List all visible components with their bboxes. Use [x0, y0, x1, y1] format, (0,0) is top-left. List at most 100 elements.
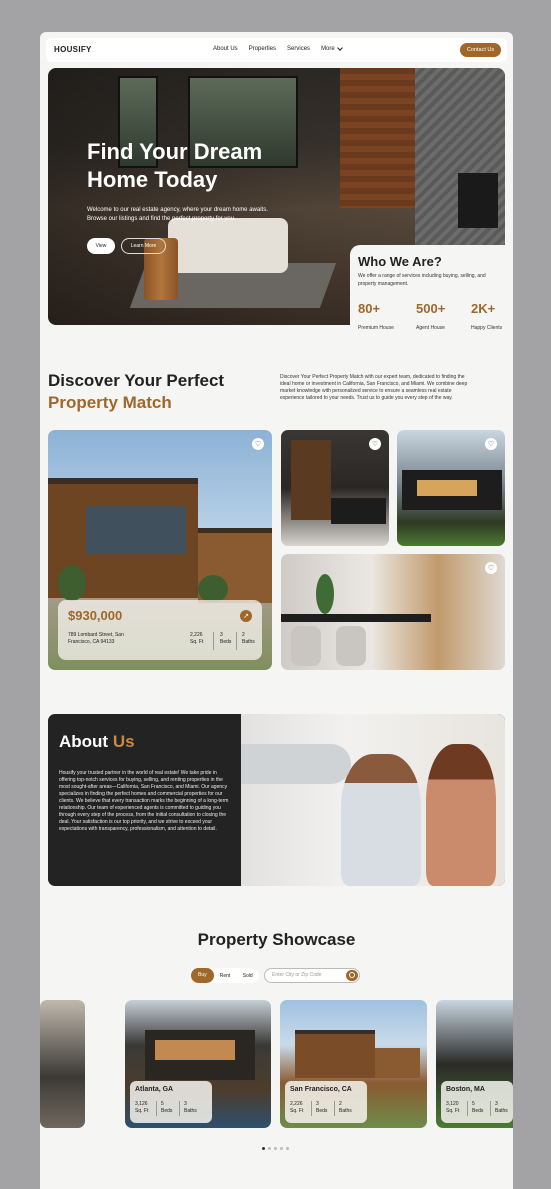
carousel-dot[interactable] — [268, 1147, 271, 1150]
chair-image — [336, 626, 366, 666]
hero-title: Find Your Dream Home Today — [87, 139, 263, 192]
tree-image — [198, 575, 228, 603]
spec-label: Beds — [316, 1108, 328, 1114]
about-title-a: About — [59, 732, 109, 751]
stat-value: 2K+ — [471, 301, 496, 316]
showcase-tabs: Buy Rent Sold — [191, 968, 259, 983]
price: $930,000 — [68, 608, 123, 623]
carousel-dot[interactable] — [286, 1147, 289, 1150]
tab-buy[interactable]: Buy — [191, 968, 214, 983]
stat-label: Premium House — [358, 325, 394, 331]
about-title: About Us — [59, 732, 135, 752]
showcase-info: Boston, MA 3,120 Sq. Ft 5 Beds 3 Baths — [441, 1081, 513, 1123]
heart-icon[interactable]: ♡ — [485, 562, 497, 574]
nav-services[interactable]: Services — [287, 46, 310, 52]
city: San Francisco, CA — [290, 1086, 352, 1093]
spec-value: 3 — [495, 1101, 498, 1107]
arrow-up-right-icon[interactable]: ↗ — [240, 610, 252, 622]
nav-about[interactable]: About Us — [213, 46, 238, 52]
woman-image — [426, 744, 496, 886]
showcase-title: Property Showcase — [197, 930, 356, 949]
who-we-are-panel: Who We Are? We offer a range of services… — [350, 245, 507, 337]
discover-title-line1: Discover Your Perfect — [48, 371, 225, 390]
tab-rent[interactable]: Rent — [214, 973, 237, 979]
heart-icon[interactable]: ♡ — [485, 438, 497, 450]
carousel-dot[interactable] — [274, 1147, 277, 1150]
tab-sold[interactable]: Sold — [236, 973, 259, 979]
featured-property-card[interactable]: ♡ $930,000 ↗ 789 Lombard Street, San Fra… — [48, 430, 272, 670]
showcase-card[interactable]: San Francisco, CA 2,226 Sq. Ft 3 Beds 2 Bat… — [280, 1000, 427, 1128]
divider — [467, 1101, 468, 1116]
spec-sqft: 3,126 Sq. Ft — [135, 1101, 148, 1115]
spec-label: Beds — [472, 1108, 484, 1114]
showcase-card[interactable]: Atlanta, GA 3,126 Sq. Ft 5 Beds 3 Baths — [125, 1000, 271, 1128]
couple-photo — [241, 714, 505, 886]
search-icon[interactable] — [346, 970, 358, 981]
nav-more-label: More — [321, 46, 335, 52]
showcase-info: Atlanta, GA 3,126 Sq. Ft 5 Beds 3 Baths — [130, 1081, 212, 1123]
spec-value: 2,226 — [290, 1101, 303, 1107]
search-input[interactable]: Enter City or Zip Code — [264, 968, 360, 983]
nav-properties[interactable]: Properties — [249, 46, 276, 52]
spec-baths: 3 Baths — [495, 1101, 508, 1115]
spec-label: Sq. Ft — [190, 639, 204, 645]
spec-value: 2,226 — [190, 632, 203, 638]
property-card-night-house[interactable]: ♡ — [397, 430, 505, 546]
divider — [236, 632, 237, 650]
spec-value: 3,126 — [135, 1101, 148, 1107]
lit-window-image — [155, 1040, 235, 1060]
spec-sqft: 2,226 Sq. Ft — [290, 1101, 303, 1115]
plant-image — [316, 574, 334, 614]
learn-more-button[interactable]: Learn More — [121, 238, 166, 254]
spec-value: 2 — [242, 632, 245, 638]
spec-value: 2 — [339, 1101, 342, 1107]
stat-label: Agent House — [416, 325, 445, 331]
wood-wall-image — [340, 68, 415, 208]
contact-button[interactable]: Contact Us — [460, 43, 501, 57]
property-card-dining[interactable]: ♡ — [281, 554, 505, 670]
spec-label: Baths — [339, 1108, 352, 1114]
spec-value: 5 — [161, 1101, 164, 1107]
spec-value: 3 — [184, 1101, 187, 1107]
cabinet-image — [291, 440, 331, 520]
spec-beds: 3 Beds — [220, 632, 231, 646]
spec-value: 3 — [316, 1101, 319, 1107]
heart-icon[interactable]: ♡ — [369, 438, 381, 450]
arm-image — [241, 744, 351, 784]
property-card-kitchen[interactable]: ♡ — [281, 430, 389, 546]
spec-label: Sq. Ft — [446, 1108, 460, 1114]
showcase-card[interactable]: Boston, MA 3,120 Sq. Ft 5 Beds 3 Baths — [436, 1000, 513, 1128]
man-image — [341, 754, 421, 886]
stat-clients: 2K+ Happy Clients — [471, 301, 502, 334]
showcase-card-partial[interactable] — [40, 1000, 85, 1128]
spec-label: Sq. Ft — [290, 1108, 304, 1114]
carousel-dot[interactable] — [262, 1147, 265, 1150]
carousel-dot[interactable] — [280, 1147, 283, 1150]
page: HOUSIFY About Us Properties Services Mor… — [40, 32, 513, 1189]
stat-value: 80+ — [358, 301, 381, 316]
spec-sqft: 2,226 Sq. Ft — [190, 632, 203, 646]
spec-baths: 2 Baths — [242, 632, 255, 646]
navbar: HOUSIFY About Us Properties Services Mor… — [46, 38, 507, 62]
divider — [179, 1101, 180, 1116]
table-image — [281, 614, 431, 622]
logo[interactable]: HOUSIFY — [54, 45, 92, 54]
stat-label: Happy Clients — [471, 325, 503, 331]
discover-title-line2: Property Match — [48, 393, 172, 412]
spec-beds: 5 Beds — [161, 1101, 172, 1115]
showcase-info: San Francisco, CA 2,226 Sq. Ft 3 Beds 2 Bat… — [285, 1081, 367, 1123]
spec-label: Beds — [161, 1108, 173, 1114]
spec-beds: 3 Beds — [316, 1101, 327, 1115]
spec-label: Baths — [495, 1108, 508, 1114]
city: Boston, MA — [446, 1086, 485, 1093]
view-button[interactable]: View — [87, 238, 115, 254]
heart-icon[interactable]: ♡ — [252, 438, 264, 450]
spec-label: Beds — [220, 639, 232, 645]
divider — [156, 1101, 157, 1116]
nav-more[interactable]: More — [321, 45, 343, 52]
divider — [311, 1101, 312, 1116]
chair-image — [291, 626, 321, 666]
price-card: $930,000 ↗ 789 Lombard Street, San Franc… — [58, 600, 262, 660]
divider — [213, 632, 214, 650]
tree-image — [58, 565, 86, 601]
